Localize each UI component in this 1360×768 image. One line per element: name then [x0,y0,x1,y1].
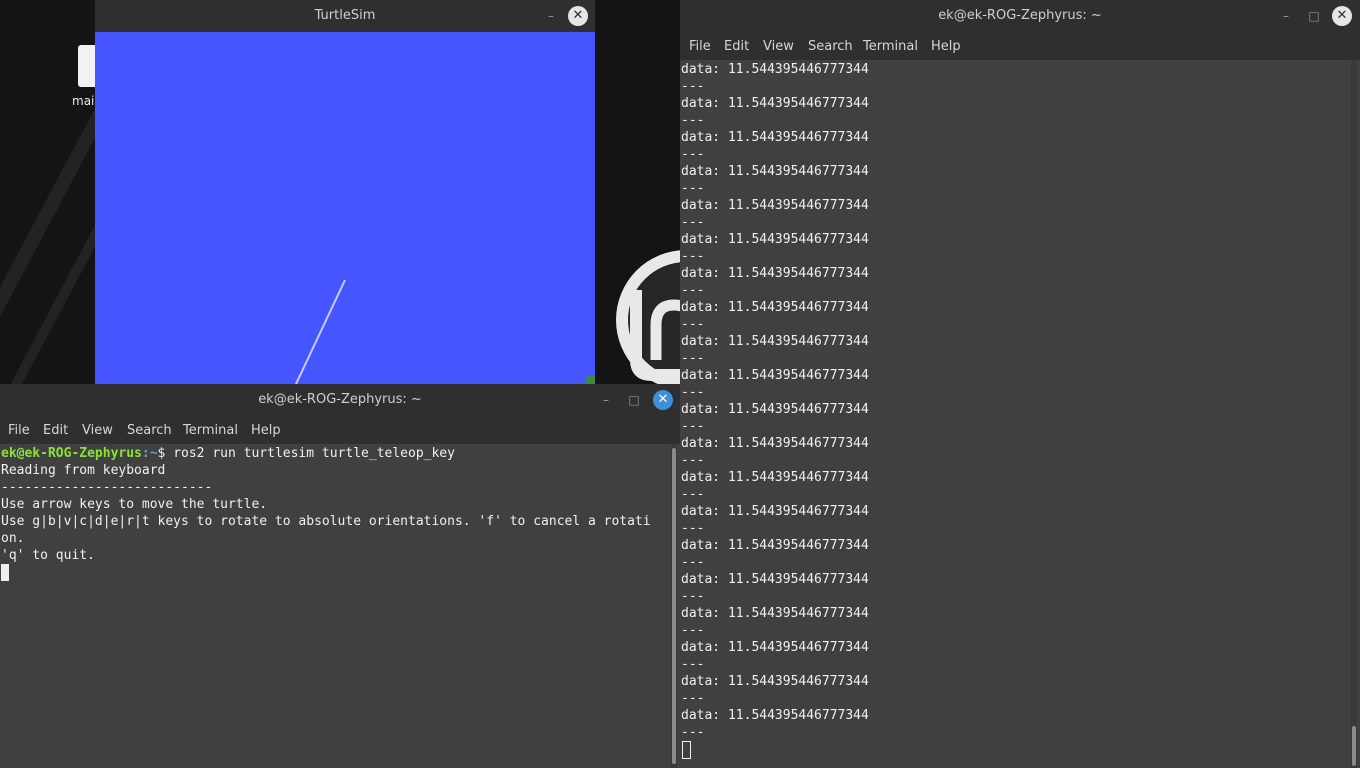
output-line: data: 11.544395446777344 [681,572,869,587]
output-line: data: 11.544395446777344 [681,300,869,315]
scrollbar[interactable] [671,444,677,768]
output-line: data: 11.544395446777344 [681,674,869,689]
output-line: Reading from keyboard [1,463,166,478]
right-terminal-titlebar[interactable]: ek@ek-ROG-Zephyrus: ~ – □ ✕ [680,0,1360,32]
output-line: Use arrow keys to move the turtle. [1,497,268,512]
text-cursor [1,564,9,581]
output-line: data: 11.544395446777344 [681,96,869,111]
output-line: 'q' to quit. [1,548,95,563]
minimize-button[interactable]: – [1276,6,1296,26]
prompt-path: :~ [141,446,158,461]
menu-file[interactable]: File [689,39,711,54]
output-line: --- [681,79,705,94]
left-terminal-titlebar[interactable]: ek@ek-ROG-Zephyrus: ~ – □ ✕ [0,384,680,416]
output-line: --- [681,691,705,706]
turtle-icon [586,375,595,384]
maximize-button[interactable]: □ [624,390,644,410]
menu-search[interactable]: Search [127,423,172,438]
left-terminal-window[interactable]: ek@ek-ROG-Zephyrus: ~ – □ ✕ File Edit Vi… [0,384,680,768]
output-line: --- [681,453,705,468]
output-line: data: 11.544395446777344 [681,334,869,349]
prompt-line: ek@ek-ROG-Zephyrus:~$ ros2 run turtlesim… [1,445,455,462]
menubar: File Edit View Search Terminal Help [680,32,1360,60]
output-line: Use g|b|v|c|d|e|r|t keys to rotate to ab… [1,514,651,529]
close-button[interactable]: ✕ [568,6,588,26]
desktop-icon-label[interactable]: mai [72,94,94,108]
terminal-output[interactable]: data: 11.544395446777344 --- data: 11.5443… [680,60,1360,768]
menu-terminal[interactable]: Terminal [863,39,918,54]
output-line: --- [681,181,705,196]
close-button[interactable]: ✕ [653,390,673,410]
right-terminal-window[interactable]: ek@ek-ROG-Zephyrus: ~ – □ ✕ File Edit Vi… [680,0,1360,768]
output-line: --- [681,555,705,570]
close-button[interactable]: ✕ [1332,6,1352,26]
prompt-symbol: $ [157,446,174,461]
output-line: --------------------------- [1,480,213,495]
output-line: --- [681,317,705,332]
menu-search[interactable]: Search [808,39,853,54]
menu-view[interactable]: View [82,423,113,438]
menu-edit[interactable]: Edit [43,423,68,438]
minimize-button[interactable]: – [541,6,561,26]
output-line: --- [681,657,705,672]
terminal-output[interactable]: ek@ek-ROG-Zephyrus:~$ ros2 run turtlesim… [0,444,680,768]
output-line: --- [681,283,705,298]
output-line: --- [681,487,705,502]
output-line: data: 11.544395446777344 [681,708,869,723]
output-line: data: 11.544395446777344 [681,504,869,519]
command-text: ros2 run turtlesim turtle_teleop_key [173,446,455,461]
maximize-button[interactable]: □ [1304,6,1324,26]
turtle-canvas [95,32,595,384]
output-line: --- [681,249,705,264]
output-line: data: 11.544395446777344 [681,368,869,383]
scrollbar-thumb[interactable] [1352,726,1356,766]
output-line: on. [1,531,25,546]
turtlesim-titlebar[interactable]: TurtleSim – ✕ [95,0,595,32]
menu-terminal[interactable]: Terminal [183,423,238,438]
output-line: --- [681,147,705,162]
menu-help[interactable]: Help [931,39,961,54]
window-title: TurtleSim [314,8,376,23]
scrollbar[interactable] [1351,60,1357,768]
output-line: data: 11.544395446777344 [681,232,869,247]
window-title: ek@ek-ROG-Zephyrus: ~ [938,8,1102,23]
turtle-path [295,279,595,384]
output-line: data: 11.544395446777344 [681,198,869,213]
menu-help[interactable]: Help [251,423,281,438]
output-line: data: 11.544395446777344 [681,436,869,451]
output-line: --- [681,385,705,400]
output-line: data: 11.544395446777344 [681,538,869,553]
output-line: data: 11.544395446777344 [681,62,869,77]
output-line: data: 11.544395446777344 [681,402,869,417]
prompt-user: ek@ek-ROG-Zephyrus [1,446,142,461]
menubar: File Edit View Search Terminal Help [0,416,680,444]
menu-view[interactable]: View [763,39,794,54]
output-line: --- [681,419,705,434]
text-cursor [682,741,691,759]
turtlesim-window[interactable]: TurtleSim – ✕ [95,0,595,384]
menu-file[interactable]: File [8,423,30,438]
menu-edit[interactable]: Edit [724,39,749,54]
output-line: --- [681,215,705,230]
output-line: --- [681,589,705,604]
output-line: --- [681,725,705,740]
output-line: data: 11.544395446777344 [681,266,869,281]
output-line: data: 11.544395446777344 [681,606,869,621]
window-title: ek@ek-ROG-Zephyrus: ~ [258,392,422,407]
output-line: data: 11.544395446777344 [681,640,869,655]
output-line: data: 11.544395446777344 [681,470,869,485]
output-line: data: 11.544395446777344 [681,164,869,179]
scrollbar-thumb[interactable] [672,448,676,764]
minimize-button[interactable]: – [596,390,616,410]
output-line: --- [681,113,705,128]
output-line: --- [681,521,705,536]
output-line: --- [681,623,705,638]
output-line: --- [681,351,705,366]
output-line: data: 11.544395446777344 [681,130,869,145]
